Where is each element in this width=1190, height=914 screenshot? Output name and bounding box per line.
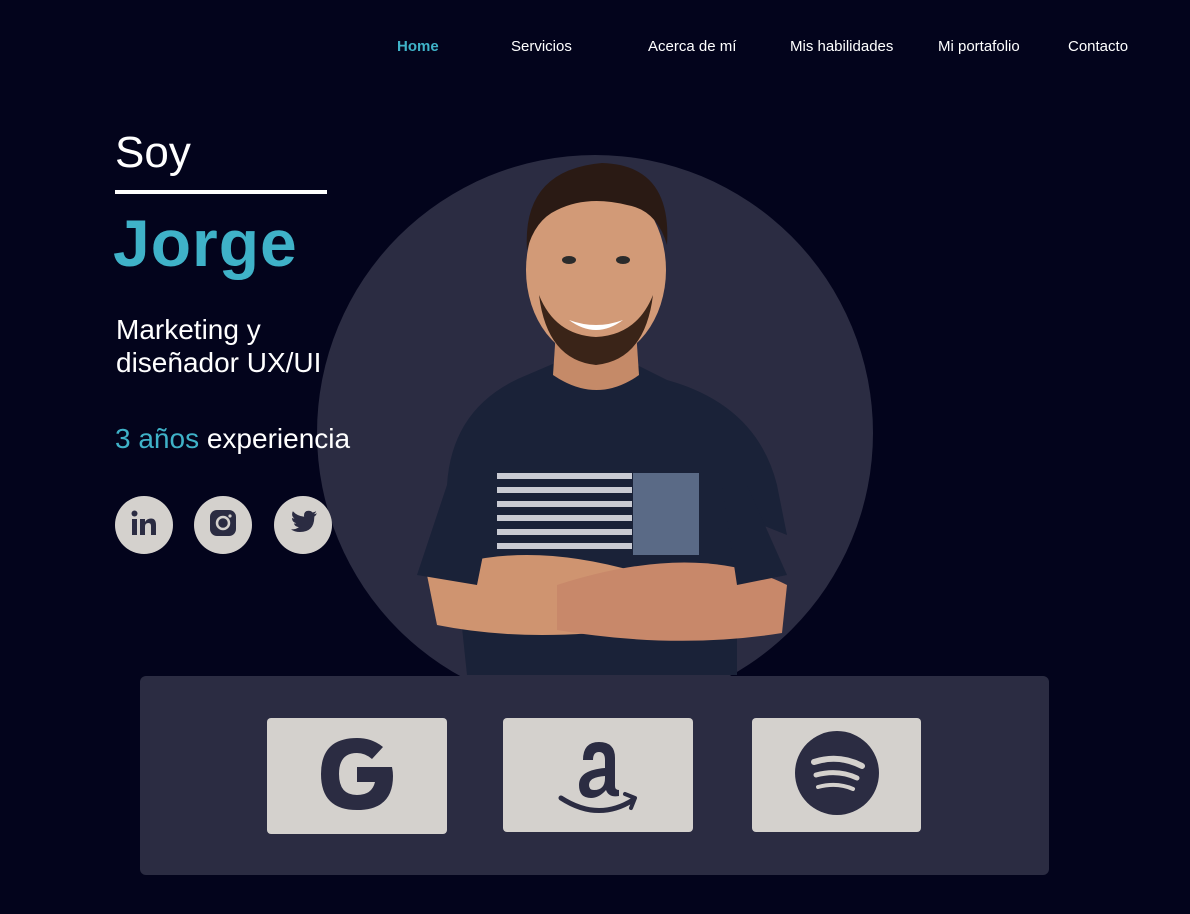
- google-card[interactable]: [267, 718, 447, 834]
- brands-panel: [140, 676, 1049, 875]
- nav-habilidades[interactable]: Mis habilidades: [790, 38, 893, 55]
- amazon-card[interactable]: [503, 718, 693, 832]
- profile-photo: [317, 155, 873, 676]
- nav-portafolio[interactable]: Mi portafolio: [938, 38, 1020, 55]
- experience-years: 3 años: [115, 423, 200, 454]
- intro-underline: [115, 190, 327, 194]
- twitter-button[interactable]: [274, 496, 332, 554]
- intro-text: Soy: [115, 128, 191, 177]
- twitter-icon: [288, 510, 318, 541]
- instagram-button[interactable]: [194, 496, 252, 554]
- nav-contacto[interactable]: Contacto: [1068, 38, 1128, 55]
- amazon-icon: [553, 730, 643, 821]
- nav-home[interactable]: Home: [397, 38, 439, 55]
- google-icon: [317, 734, 397, 819]
- spotify-icon: [794, 730, 880, 821]
- experience-label: experiencia: [206, 423, 351, 454]
- nav-servicios[interactable]: Servicios: [511, 38, 572, 55]
- linkedin-button[interactable]: [115, 496, 173, 554]
- experience-line: 3 años experiencia: [115, 423, 350, 455]
- nav-acerca[interactable]: Acerca de mí: [648, 38, 736, 55]
- spotify-card[interactable]: [752, 718, 921, 832]
- instagram-icon: [208, 508, 238, 543]
- linkedin-icon: [128, 507, 160, 544]
- top-nav: Home Servicios Acerca de mí Mis habilida…: [0, 0, 1190, 94]
- hero-role: Marketing y diseñador UX/UI: [116, 314, 322, 378]
- hero-name: Jorge: [113, 206, 298, 280]
